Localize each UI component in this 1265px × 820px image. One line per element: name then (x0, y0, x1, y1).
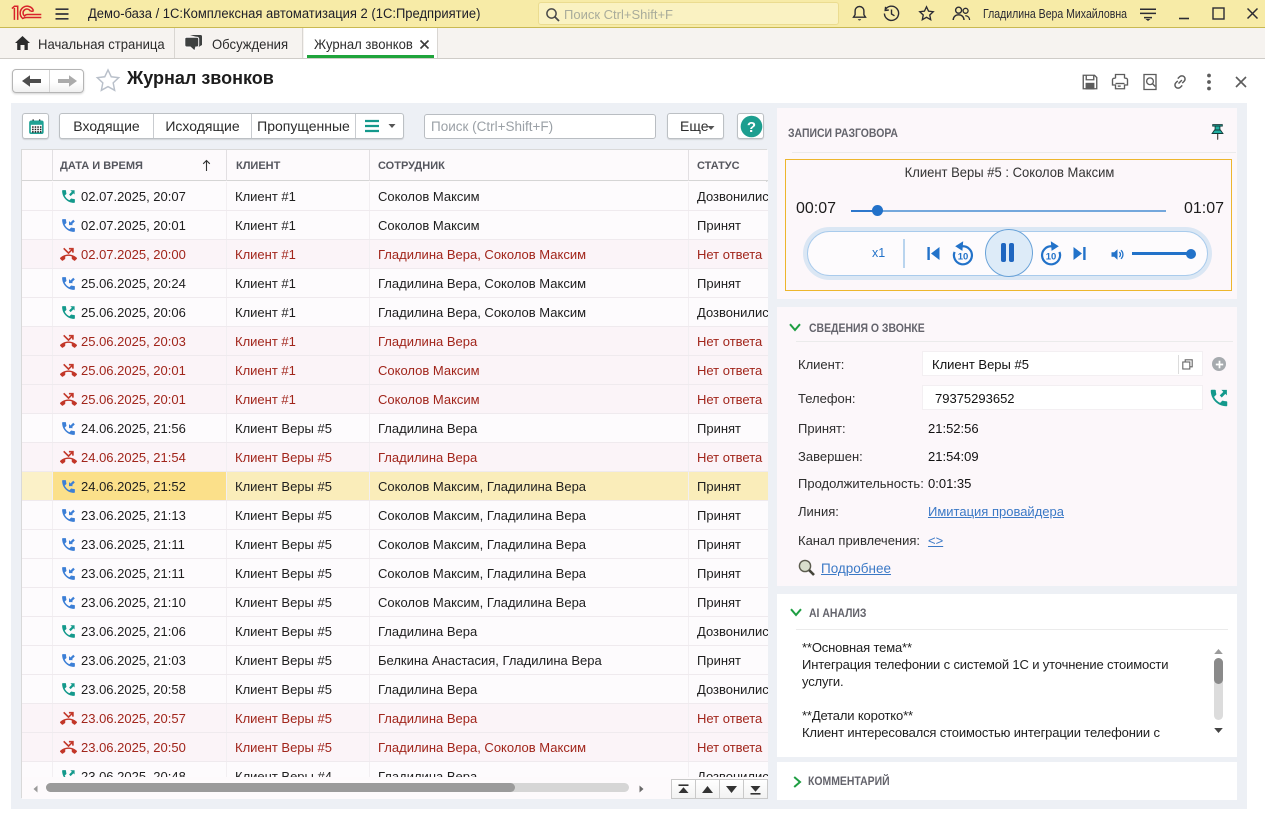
svg-text:10: 10 (958, 251, 969, 262)
svg-text:?: ? (747, 119, 756, 136)
svg-text:10: 10 (1046, 251, 1057, 262)
